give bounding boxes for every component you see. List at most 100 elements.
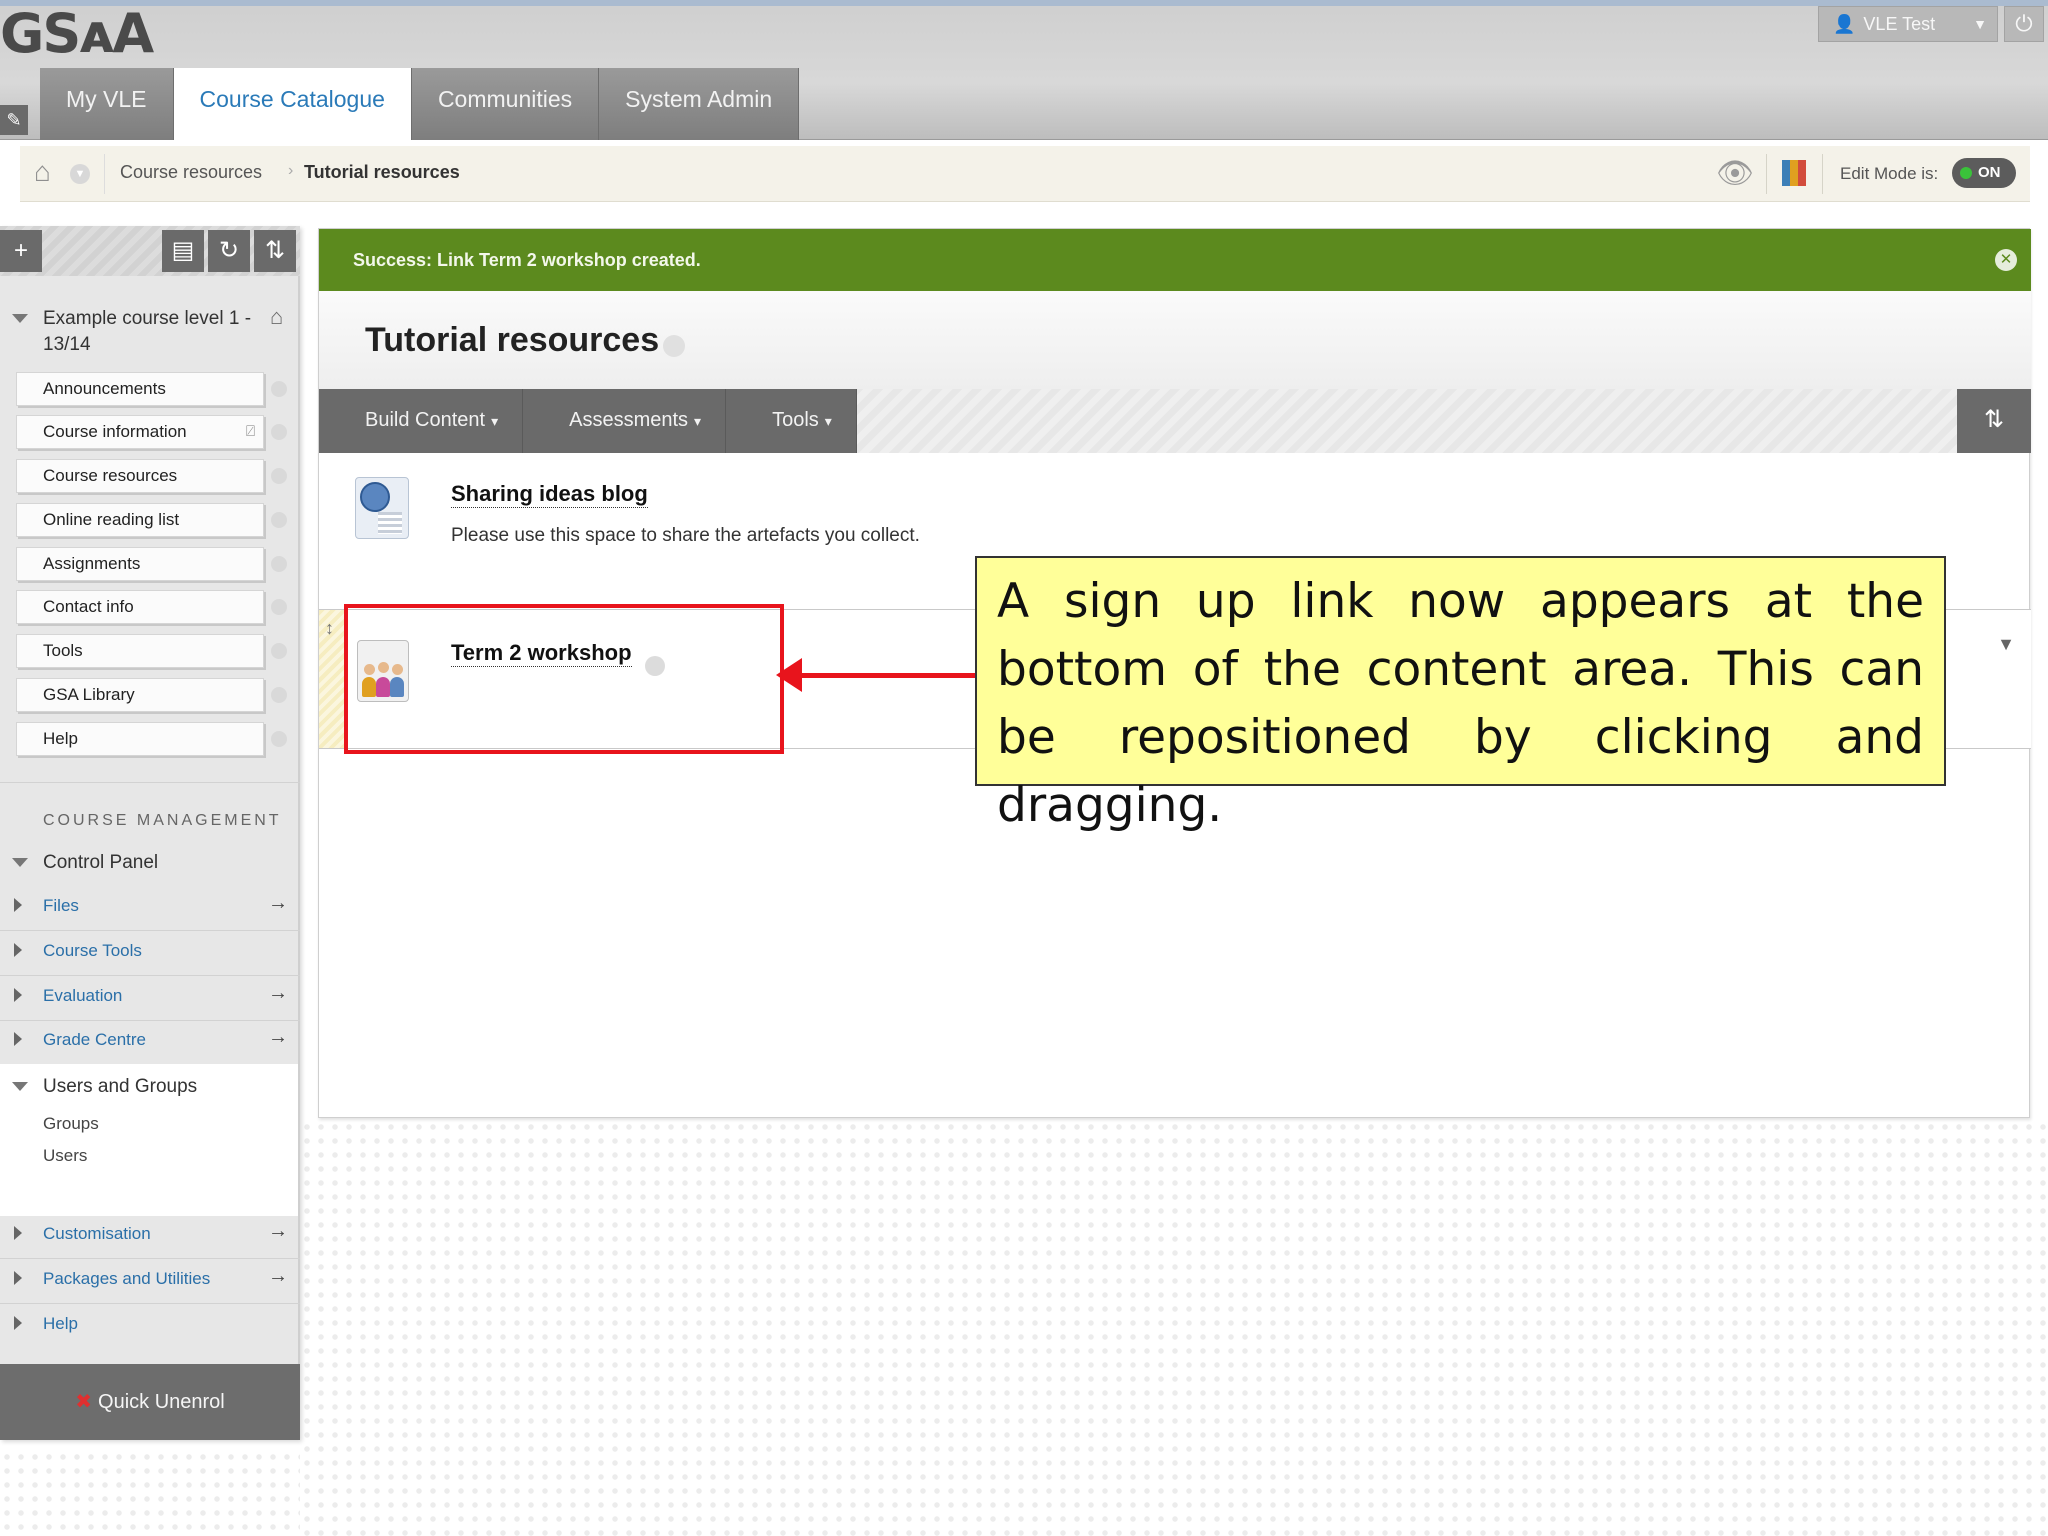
sidebar-item-contact-info[interactable]: Contact info	[16, 590, 264, 624]
annotation-highlight-box	[344, 604, 784, 754]
users-groups-groups[interactable]: Groups	[43, 1114, 99, 1134]
menu-item-dropdown-icon[interactable]	[271, 424, 287, 440]
chevron-down-icon: ▾	[694, 413, 702, 429]
menu-item-dropdown-icon[interactable]	[271, 687, 287, 703]
page-title: Tutorial resources	[365, 321, 660, 359]
refresh-icon[interactable]: ↻	[208, 230, 250, 272]
edit-mode-label: Edit Mode is:	[1840, 164, 1939, 183]
student-preview-eye-icon[interactable]: 👁	[1716, 156, 1754, 191]
chevron-down-icon: ▾	[824, 413, 832, 429]
drag-handle-strip[interactable]: ↕	[319, 610, 345, 748]
reorder-icon[interactable]: ⇅	[1957, 389, 2031, 453]
action-bar: Build Content ▾ Assessments ▾ Tools ▾ ⇅	[319, 389, 2031, 453]
course-menu-toolbar: + ▤ ↻ ⇅	[0, 226, 300, 276]
sidebar-item-tools[interactable]: Tools	[16, 634, 264, 668]
page-header: Tutorial resources	[319, 291, 2031, 391]
course-title[interactable]: Example course level 1 - 13/14	[43, 306, 269, 358]
sidebar-item-announcements[interactable]: Announcements	[16, 372, 264, 406]
menu-item-dropdown-icon[interactable]	[271, 599, 287, 615]
control-panel-evaluation[interactable]: Evaluation	[43, 986, 122, 1006]
users-and-groups-heading[interactable]: Users and Groups	[43, 1076, 197, 1098]
course-home-icon[interactable]: ⌂	[270, 304, 283, 330]
assessments-button[interactable]: Assessments ▾	[523, 389, 727, 453]
main-tabs: My VLE Course Catalogue Communities Syst…	[40, 68, 800, 140]
collapse-triangle-icon[interactable]	[12, 858, 28, 867]
close-x-icon: ✖	[75, 1391, 93, 1413]
drag-handle-icon[interactable]: ↕	[325, 618, 334, 639]
breadcrumb-separator-icon: ›	[288, 162, 294, 179]
logout-power-icon[interactable]: ⏻	[2004, 6, 2044, 42]
sidebar-item-gsa-library[interactable]: GSA Library	[16, 678, 264, 712]
tab-system-admin[interactable]: System Admin	[599, 68, 800, 140]
breadcrumb-current: Tutorial resources	[304, 162, 460, 182]
course-menu-sidebar: + ▤ ↻ ⇅ Example course level 1 - 13/14 ⌂…	[0, 226, 300, 1440]
arrow-right-icon[interactable]: →	[268, 982, 288, 1005]
control-panel-packages-utilities[interactable]: Packages and Utilities	[43, 1269, 210, 1289]
annotation-arrow-head	[776, 658, 802, 692]
user-name: VLE Test	[1863, 14, 1936, 34]
tools-button[interactable]: Tools ▾	[726, 389, 857, 453]
control-panel-heading[interactable]: Control Panel	[43, 852, 158, 874]
background-texture	[300, 1120, 2048, 1536]
add-menu-item-button[interactable]: +	[0, 230, 42, 272]
annotation-callout: A sign up link now appears at the bottom…	[975, 556, 1946, 833]
control-panel-grade-centre[interactable]: Grade Centre	[43, 1030, 146, 1050]
sidebar-item-assignments[interactable]: Assignments	[16, 547, 264, 581]
expand-triangle-icon[interactable]	[14, 988, 22, 1002]
menu-item-dropdown-icon[interactable]	[271, 381, 287, 397]
menu-item-dropdown-icon[interactable]	[271, 556, 287, 572]
expand-triangle-icon[interactable]	[14, 1271, 22, 1285]
control-panel-help[interactable]: Help	[43, 1314, 78, 1334]
users-groups-users[interactable]: Users	[43, 1146, 87, 1166]
control-panel-course-tools[interactable]: Course Tools	[43, 941, 142, 961]
folder-view-icon[interactable]: ▤	[162, 230, 204, 272]
build-content-button[interactable]: Build Content ▾	[319, 389, 524, 453]
collapse-triangle-icon[interactable]	[12, 1082, 28, 1091]
sidebar-item-course-information[interactable]: Course information ⍁	[16, 415, 264, 449]
blog-icon	[355, 477, 409, 539]
menu-item-dropdown-icon[interactable]	[271, 468, 287, 484]
menu-item-dropdown-icon[interactable]	[271, 643, 287, 659]
background-texture-left	[0, 1450, 300, 1536]
user-menu[interactable]: 👤 VLE Test ▼	[1818, 6, 1998, 42]
chevron-down-icon[interactable]: ▼	[1997, 634, 2015, 655]
sidebar-item-course-resources[interactable]: Course resources	[16, 459, 264, 493]
expand-triangle-icon[interactable]	[14, 1032, 22, 1046]
breadcrumb-bar: ⌂ ▼ Course resources › Tutorial resource…	[20, 146, 2030, 202]
gsa-logo[interactable]: GSᴀA	[0, 2, 154, 65]
quick-unenrol-button[interactable]: ✖ Quick Unenrol	[0, 1364, 300, 1440]
control-panel-customisation[interactable]: Customisation	[43, 1224, 151, 1244]
control-panel-files[interactable]: Files	[43, 896, 79, 916]
performance-chart-icon[interactable]	[1782, 160, 1806, 186]
expand-triangle-icon[interactable]	[14, 943, 22, 957]
menu-item-dropdown-icon[interactable]	[271, 512, 287, 528]
arrow-right-icon[interactable]: →	[268, 892, 288, 915]
expand-triangle-icon[interactable]	[14, 1316, 22, 1330]
sidebar-item-online-reading-list[interactable]: Online reading list	[16, 503, 264, 537]
breadcrumb-course-resources[interactable]: Course resources	[120, 162, 262, 183]
chevron-down-icon: ▾	[491, 413, 499, 429]
collapse-triangle-icon[interactable]	[12, 314, 28, 323]
home-dropdown-icon[interactable]: ▼	[70, 164, 90, 184]
sort-icon[interactable]: ⇅	[254, 230, 296, 272]
chevron-down-icon: ▼	[1973, 16, 1987, 32]
tab-communities[interactable]: Communities	[411, 68, 600, 140]
home-icon[interactable]: ⌂	[34, 156, 51, 188]
top-header: GSᴀA ✎ My VLE Course Catalogue Communiti…	[0, 0, 2048, 140]
user-icon: 👤	[1833, 14, 1856, 34]
menu-item-dropdown-icon[interactable]	[271, 731, 287, 747]
success-message: Success: Link Term 2 workshop created. ✕	[319, 229, 2031, 291]
sidebar-item-help[interactable]: Help	[16, 722, 264, 756]
edit-mode-toggle[interactable]: ON	[1952, 158, 2016, 188]
item-title-link[interactable]: Sharing ideas blog	[451, 481, 648, 508]
expand-triangle-icon[interactable]	[14, 1226, 22, 1240]
pencil-icon[interactable]: ✎	[0, 105, 28, 135]
expand-triangle-icon[interactable]	[14, 898, 22, 912]
tab-my-vle[interactable]: My VLE	[40, 68, 174, 140]
page-title-dropdown-icon[interactable]	[663, 335, 685, 357]
tab-course-catalogue[interactable]: Course Catalogue	[173, 68, 412, 140]
arrow-right-icon[interactable]: →	[268, 1265, 288, 1288]
arrow-right-icon[interactable]: →	[268, 1026, 288, 1049]
arrow-right-icon[interactable]: →	[268, 1220, 288, 1243]
close-icon[interactable]: ✕	[1995, 249, 2017, 271]
